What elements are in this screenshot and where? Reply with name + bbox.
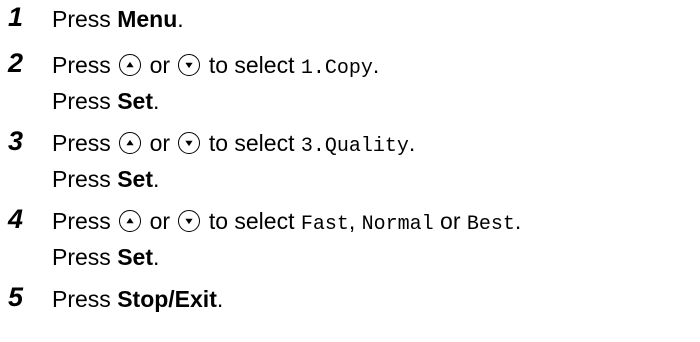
up-arrow-button-icon (119, 131, 142, 154)
option-fast: Fast (300, 213, 349, 236)
up-arrow-button-icon (119, 53, 142, 76)
step-text: Press Set. (52, 244, 160, 270)
set-key: Set (117, 166, 153, 192)
step-text: Press or to select Fast, Normal or Best. (52, 208, 522, 236)
down-arrow-button-icon (178, 53, 201, 76)
step-text: Press Set. (52, 88, 160, 114)
step-number: 2 (8, 48, 24, 78)
set-key: Set (117, 244, 153, 270)
option-best: Best (466, 213, 515, 236)
step-text: Press or to select 1.Copy. (52, 52, 380, 80)
step-number: 4 (8, 204, 24, 234)
step-number: 1 (8, 2, 24, 32)
step-number: 3 (8, 126, 24, 156)
instruction-steps: 1 Press Menu. 2 Press or to select 1.Cop… (0, 0, 700, 342)
menu-option: 3.Quality (300, 135, 409, 158)
menu-option: 1.Copy (300, 57, 373, 80)
stop-exit-key: Stop/Exit (117, 286, 217, 312)
step-text: Press Menu. (52, 6, 184, 32)
set-key: Set (117, 88, 153, 114)
down-arrow-button-icon (178, 131, 201, 154)
step-text: Press Stop/Exit. (52, 286, 224, 312)
option-normal: Normal (361, 213, 434, 236)
step-text: Press or to select 3.Quality. (52, 130, 416, 158)
down-arrow-button-icon (178, 209, 201, 232)
step-text: Press Set. (52, 166, 160, 192)
up-arrow-button-icon (119, 209, 142, 232)
menu-key: Menu (117, 6, 178, 32)
step-number: 5 (8, 282, 24, 312)
